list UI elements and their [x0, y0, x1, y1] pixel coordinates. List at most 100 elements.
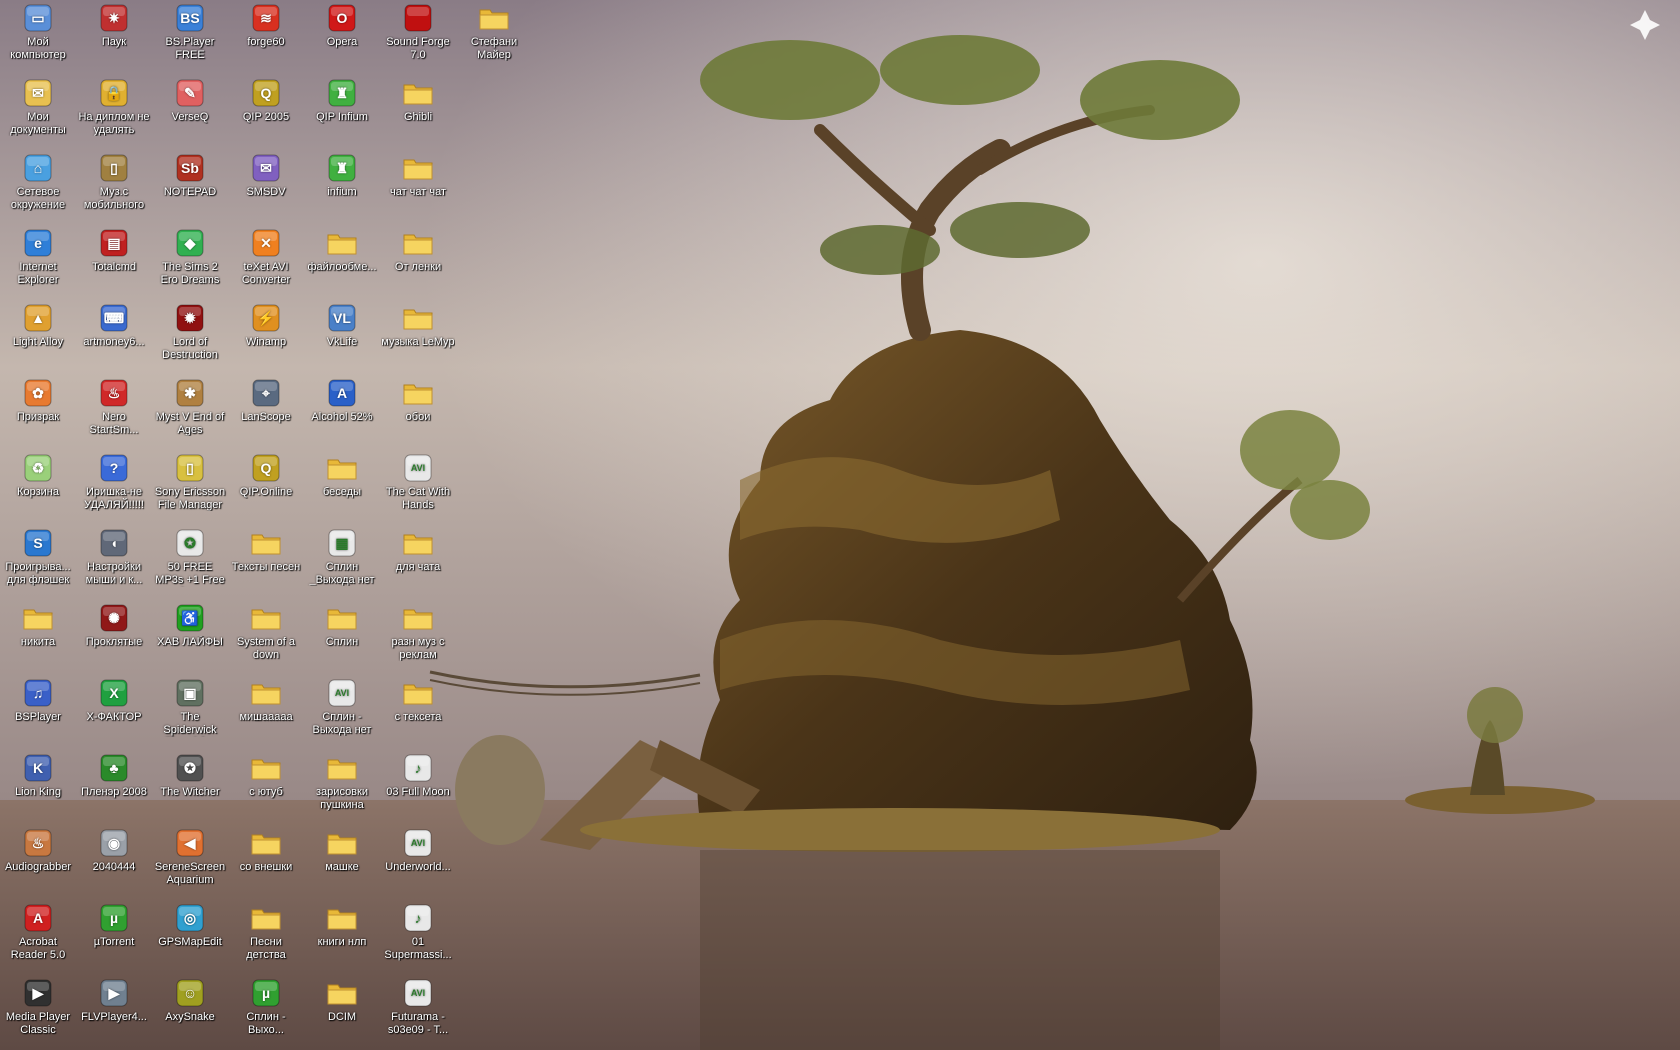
desktop-icon[interactable]: Sb NOTEPAD [152, 150, 228, 225]
desktop-icon[interactable]: ✕ teXet AVI Converter [228, 225, 304, 300]
desktop-icon[interactable]: BS BS.Player FREE [152, 0, 228, 75]
desktop-icon[interactable]: Песни детства [228, 900, 304, 975]
desktop-icon[interactable]: AVI Underworld... [380, 825, 456, 900]
desktop-icon[interactable]: с ютуб [228, 750, 304, 825]
desktop-icon[interactable]: ♨ Audiograbber [0, 825, 76, 900]
desktop-icon[interactable]: Q QIP.Online [228, 450, 304, 525]
help-icon: ? [98, 452, 130, 484]
desktop-icon[interactable]: K Lion King [0, 750, 76, 825]
infium-icon: ♜ [326, 152, 358, 184]
desktop-icon[interactable]: файлообме... [304, 225, 380, 300]
desktop-icon[interactable]: ◆ The Sims 2 Ero Dreams [152, 225, 228, 300]
desktop-icon[interactable]: ◀ SereneScreen Aquarium [152, 825, 228, 900]
desktop-icon[interactable]: AVI Сплин - Выхода нет [304, 675, 380, 750]
desktop-icon[interactable]: ✱ Myst V End of Ages [152, 375, 228, 450]
desktop-icon[interactable]: ◉ 2040444 [76, 825, 152, 900]
desktop-icon[interactable]: ▣The Spiderwick Chronicles [152, 675, 228, 750]
desktop-icon[interactable]: обои [380, 375, 456, 450]
desktop-icon[interactable]: ✺ Проклятые [76, 600, 152, 675]
desktop-icon[interactable]: ☺ AxySnake [152, 975, 228, 1050]
desktop-icon[interactable]: ⌨ artmoney6... [76, 300, 152, 375]
desktop-icon[interactable]: ▯ Муз.с мобильного [76, 150, 152, 225]
desktop-icon[interactable]: никита [0, 600, 76, 675]
desktop-icon[interactable]: машке [304, 825, 380, 900]
mobile-phone-icon: ▯ [98, 152, 130, 184]
desktop-icon[interactable]: ⌖ LanScope [228, 375, 304, 450]
desktop-icon[interactable]: µ µTorrent [76, 900, 152, 975]
desktop-icon[interactable]: ⚡ Winamp [228, 300, 304, 375]
desktop-icon[interactable]: Сплин [304, 600, 380, 675]
desktop-icon-label: µTorrent [93, 936, 135, 948]
desktop-icon-label: чат чат чат [389, 186, 447, 198]
desktop-icon[interactable]: ✹ Lord of Destruction [152, 300, 228, 375]
desktop-icon[interactable]: 🔒 На диплом не удалять [76, 75, 152, 150]
desktop-icon[interactable]: ▯ Sony Ericsson File Manager [152, 450, 228, 525]
desktop-icon[interactable]: ▤ Totalcmd [76, 225, 152, 300]
desktop-icon[interactable]: S Проигрыва... для флэшек [0, 525, 76, 600]
desktop-icon[interactable]: A Alcohol 52% [304, 375, 380, 450]
desktop-icon[interactable]: ✪50 FREE MP3s +1 Free Au... [152, 525, 228, 600]
desktop-icon[interactable]: ♫ BSPlayer [0, 675, 76, 750]
desktop-icon[interactable]: µ Сплин - Выхо... [228, 975, 304, 1050]
desktop-icon[interactable]: Стефани Майер [456, 0, 532, 75]
desktop-icon[interactable]: Ghibli [380, 75, 456, 150]
folder-icon [326, 902, 358, 934]
desktop-icon[interactable]: От ленки [380, 225, 456, 300]
desktop-icon[interactable]: ◖ Настройки мыши и к... [76, 525, 152, 600]
desktop-icon[interactable]: AVI Futurama - s03e09 - T... [380, 975, 456, 1050]
desktop-icon-label: VkLife [326, 336, 358, 348]
desktop-icon[interactable]: музыка LeMyp [380, 300, 456, 375]
desktop-icon[interactable]: ♜ QIP Infium [304, 75, 380, 150]
desktop-icon[interactable]: ♨ Nero StartSm... [76, 375, 152, 450]
desktop-icon[interactable]: e Internet Explorer [0, 225, 76, 300]
desktop-icon[interactable]: System of a down [228, 600, 304, 675]
desktop-icon[interactable]: ? Иришка-не УДАЛЯЙ!!!!! [76, 450, 152, 525]
desktop-icon[interactable]: ▶ FLVPlayer4... [76, 975, 152, 1050]
desktop-icon[interactable]: зарисовки пушкина [304, 750, 380, 825]
film-reel-icon: ✪ [174, 527, 206, 559]
desktop-icon[interactable]: ♪ 03 Full Moon [380, 750, 456, 825]
desktop-icon[interactable]: чат чат чат [380, 150, 456, 225]
desktop-icon[interactable]: ♿ ХАВ ЛАЙФЫ [152, 600, 228, 675]
desktop-icon[interactable]: AVI The Cat With Hands [380, 450, 456, 525]
desktop-icon[interactable]: X X-ФАКТОР [76, 675, 152, 750]
desktop-icon[interactable]: ✪ The Witcher [152, 750, 228, 825]
desktop-icon[interactable]: ♜ infium [304, 150, 380, 225]
desktop-icon[interactable]: ≋ forge60 [228, 0, 304, 75]
desktop-icon[interactable]: ✉ SMSDV [228, 150, 304, 225]
desktop-icon[interactable]: ♻ Корзина [0, 450, 76, 525]
desktop-icon[interactable]: мишааааа [228, 675, 304, 750]
fish-icon: ◀ [174, 827, 206, 859]
desktop-icon[interactable]: разн муз с реклам [380, 600, 456, 675]
desktop-icon[interactable]: Sound Forge 7.0 [380, 0, 456, 75]
desktop-icon[interactable]: ▭ Мой компьютер [0, 0, 76, 75]
desktop-icon[interactable]: со внешки [228, 825, 304, 900]
folder-icon [326, 227, 358, 259]
desktop-icon[interactable]: Q QIP 2005 [228, 75, 304, 150]
desktop-icon[interactable]: для чата [380, 525, 456, 600]
desktop-icon[interactable]: ♣ Пленэр 2008 [76, 750, 152, 825]
desktop-icon[interactable]: ♪ 01 Supermassi... [380, 900, 456, 975]
desktop-icon[interactable]: O Opera [304, 0, 380, 75]
desktop-icon[interactable]: ▲ Light Alloy [0, 300, 76, 375]
desktop-icon[interactable]: VL VkLife [304, 300, 380, 375]
desktop-icon[interactable]: беседы [304, 450, 380, 525]
desktop-icon[interactable]: Тексты песен [228, 525, 304, 600]
desktop-icon-label: LanScope [241, 411, 291, 423]
desktop-icon[interactable]: ✉ Мои документы [0, 75, 76, 150]
desktop-icon[interactable]: с тексета [380, 675, 456, 750]
folder-icon [402, 602, 434, 634]
desktop-icon-label: 01 Supermassi... [384, 936, 452, 961]
desktop-icon[interactable]: A Acrobat Reader 5.0 [0, 900, 76, 975]
desktop-icon-label: Internet Explorer [17, 261, 59, 286]
desktop-icon[interactable]: ▶ Media Player Classic [0, 975, 76, 1050]
desktop-icon[interactable]: ✿ Призрак [0, 375, 76, 450]
desktop-icon[interactable]: книги нлп [304, 900, 380, 975]
sony-ericsson-icon: ▯ [174, 452, 206, 484]
desktop-icon[interactable]: ✷ Паук [76, 0, 152, 75]
desktop-icon[interactable]: ◎ GPSMapEdit [152, 900, 228, 975]
desktop-icon[interactable]: ✎ VerseQ [152, 75, 228, 150]
desktop-icon[interactable]: DCIM [304, 975, 380, 1050]
desktop-icon[interactable]: ⌂ Сетевое окружение [0, 150, 76, 225]
desktop-icon[interactable]: ▦ Сплин _Выхода нет [304, 525, 380, 600]
